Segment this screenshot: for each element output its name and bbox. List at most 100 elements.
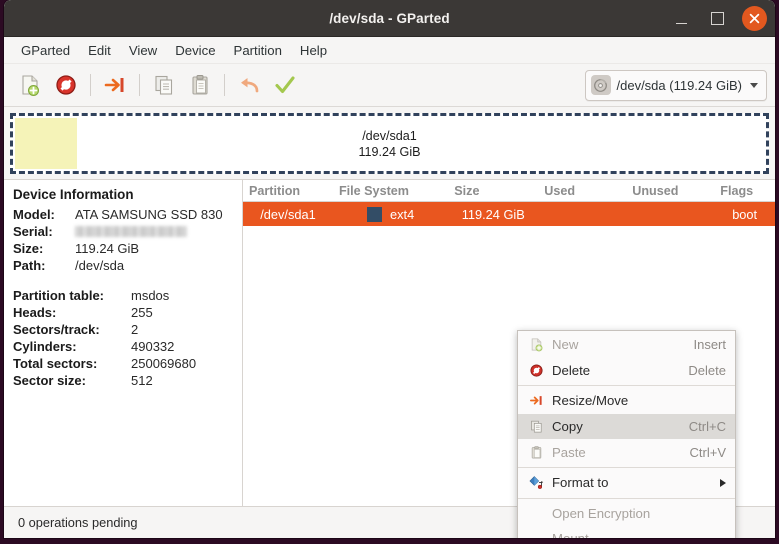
window-controls bbox=[670, 5, 767, 31]
row-file-system: ext4 bbox=[333, 206, 448, 222]
column-header-partition[interactable]: Partition bbox=[243, 184, 333, 198]
row-flags: boot bbox=[732, 206, 758, 222]
context-menu-item-paste-label: Paste bbox=[552, 444, 586, 460]
menu-partition[interactable]: Partition bbox=[225, 40, 291, 61]
device-selector-value: /dev/sda (119.24 GiB) bbox=[616, 77, 743, 93]
resize-move-icon bbox=[526, 393, 546, 409]
close-button[interactable] bbox=[742, 5, 767, 31]
context-menu-item-resize-move[interactable]: Resize/Move bbox=[518, 388, 735, 414]
device-info-sectors-per-track-key: Sectors/track: bbox=[13, 322, 100, 337]
minimize-button[interactable] bbox=[670, 7, 692, 29]
delete-forbidden-icon bbox=[526, 362, 546, 378]
device-info-model-key: Model: bbox=[13, 207, 55, 222]
device-info-total-sectors-value: 250069680 bbox=[131, 356, 197, 371]
context-menu-item-open-encryption-label: Open Encryption bbox=[552, 505, 651, 521]
device-info-cylinders-key: Cylinders: bbox=[13, 339, 77, 354]
device-info-cylinders-value: 490332 bbox=[131, 339, 175, 354]
toolbar-new-partition-button[interactable] bbox=[12, 69, 48, 102]
context-menu-item-copy-label: Copy bbox=[552, 419, 583, 435]
device-info-total-sectors-key: Total sectors: bbox=[13, 356, 98, 371]
copy-icon bbox=[526, 419, 546, 435]
device-info-heads-key: Heads: bbox=[13, 305, 57, 320]
apply-check-icon bbox=[275, 76, 295, 94]
context-menu-separator bbox=[518, 497, 735, 499]
maximize-button[interactable] bbox=[706, 7, 728, 29]
device-info-serial-redacted bbox=[75, 226, 187, 237]
disk-graphic-labels: /dev/sda1 119.24 GiB bbox=[13, 128, 766, 160]
delete-forbidden-icon bbox=[56, 75, 76, 95]
chevron-down-icon bbox=[750, 82, 758, 88]
device-info-partition-table-value: msdos bbox=[131, 288, 170, 303]
statusbar-text: 0 operations pending bbox=[18, 515, 138, 530]
titlebar: /dev/sda - GParted bbox=[4, 0, 775, 37]
format-to-icon bbox=[526, 475, 546, 491]
new-document-icon bbox=[22, 75, 39, 96]
main-body: Device Information Model: ATA SAMSUNG SS… bbox=[4, 179, 775, 538]
window-title: /dev/sda - GParted bbox=[329, 10, 450, 26]
toolbar-apply-button[interactable] bbox=[267, 69, 303, 102]
toolbar-separator bbox=[224, 74, 225, 96]
context-menu-item-format-to[interactable]: Format to bbox=[518, 470, 735, 496]
table-row[interactable]: /dev/sda1 ext4 119.24 GiB boot bbox=[243, 202, 775, 226]
toolbar-resize-move-button[interactable] bbox=[97, 69, 133, 102]
device-info-partition-table: Partition table: msdos bbox=[13, 287, 232, 304]
context-menu-item-mount-label: Mount bbox=[552, 531, 726, 538]
toolbar-undo-button[interactable] bbox=[231, 69, 267, 102]
column-header-file-system[interactable]: File System bbox=[333, 184, 448, 198]
device-info-path-value: /dev/sda bbox=[75, 258, 125, 273]
device-selector[interactable]: /dev/sda (119.24 GiB) bbox=[584, 69, 767, 101]
device-information-heading: Device Information bbox=[13, 187, 134, 202]
toolbar-copy-button[interactable] bbox=[146, 69, 182, 102]
device-info-cylinders: Cylinders: 490332 bbox=[13, 338, 232, 355]
disk-graphic-partition[interactable]: /dev/sda1 119.24 GiB bbox=[10, 113, 769, 174]
context-menu-item-paste[interactable]: Paste Ctrl+V bbox=[518, 439, 735, 465]
context-menu-item-copy[interactable]: Copy Ctrl+C bbox=[518, 413, 735, 440]
context-menu-item-copy-accel: Ctrl+C bbox=[688, 419, 726, 435]
row-size: 119.24 GiB bbox=[461, 206, 525, 222]
context-menu-separator bbox=[518, 385, 735, 387]
disk-graphic-partition-size: 119.24 GiB bbox=[358, 144, 421, 159]
column-header-used[interactable]: Used bbox=[538, 184, 626, 198]
device-info-sectors-per-track-value: 2 bbox=[131, 322, 139, 337]
context-menu-item-delete-accel: Delete bbox=[688, 362, 726, 378]
toolbar-separator bbox=[90, 74, 91, 96]
context-menu-item-new[interactable]: New Insert bbox=[518, 332, 735, 358]
filesystem-color-swatch bbox=[367, 206, 383, 222]
toolbar: /dev/sda (119.24 GiB) bbox=[4, 64, 775, 107]
context-menu-item-open-encryption[interactable]: Open Encryption bbox=[518, 501, 735, 527]
row-partition: /dev/sda1 bbox=[260, 206, 316, 222]
column-header-size[interactable]: Size bbox=[448, 184, 538, 198]
resize-move-icon bbox=[104, 78, 124, 92]
menu-help[interactable]: Help bbox=[291, 40, 336, 61]
gparted-window: /dev/sda - GParted GParted Edit View Dev… bbox=[4, 0, 775, 538]
column-header-unused[interactable]: Unused bbox=[626, 184, 714, 198]
menu-edit[interactable]: Edit bbox=[79, 40, 120, 61]
partition-context-menu: New Insert Delete Delete Resize/Move Cop… bbox=[517, 330, 736, 538]
context-menu-item-new-label: New bbox=[552, 337, 579, 353]
device-info-size-value: 119.24 GiB bbox=[75, 241, 140, 256]
device-info-model-value: ATA SAMSUNG SSD 830 bbox=[75, 207, 223, 222]
context-menu-item-delete[interactable]: Delete Delete bbox=[518, 358, 735, 384]
column-header-flags[interactable]: Flags bbox=[714, 184, 775, 198]
menu-device[interactable]: Device bbox=[166, 40, 224, 61]
device-information-panel: Device Information Model: ATA SAMSUNG SS… bbox=[4, 180, 243, 506]
toolbar-delete-partition-button[interactable] bbox=[48, 69, 84, 102]
context-menu-item-paste-accel: Ctrl+V bbox=[689, 444, 726, 460]
device-info-partition-table-key: Partition table: bbox=[13, 288, 105, 303]
device-info-path-key: Path: bbox=[13, 258, 46, 273]
toolbar-paste-button[interactable] bbox=[182, 69, 218, 102]
device-info-sector-size-value: 512 bbox=[131, 373, 153, 388]
device-info-heads: Heads: 255 bbox=[13, 304, 232, 321]
paste-icon bbox=[526, 444, 546, 460]
row-file-system-label: ext4 bbox=[390, 206, 415, 222]
context-menu-item-mount[interactable]: Mount bbox=[518, 526, 735, 538]
device-info-size-key: Size: bbox=[13, 241, 44, 256]
context-menu-item-delete-label: Delete bbox=[552, 362, 591, 378]
disk-graphic-area: /dev/sda1 119.24 GiB bbox=[4, 107, 775, 179]
menu-gparted[interactable]: GParted bbox=[12, 40, 79, 61]
disk-icon bbox=[590, 75, 611, 95]
menu-view[interactable]: View bbox=[120, 40, 166, 61]
paste-icon bbox=[192, 75, 208, 95]
submenu-arrow-icon bbox=[720, 478, 726, 487]
device-info-spacer bbox=[13, 274, 232, 287]
